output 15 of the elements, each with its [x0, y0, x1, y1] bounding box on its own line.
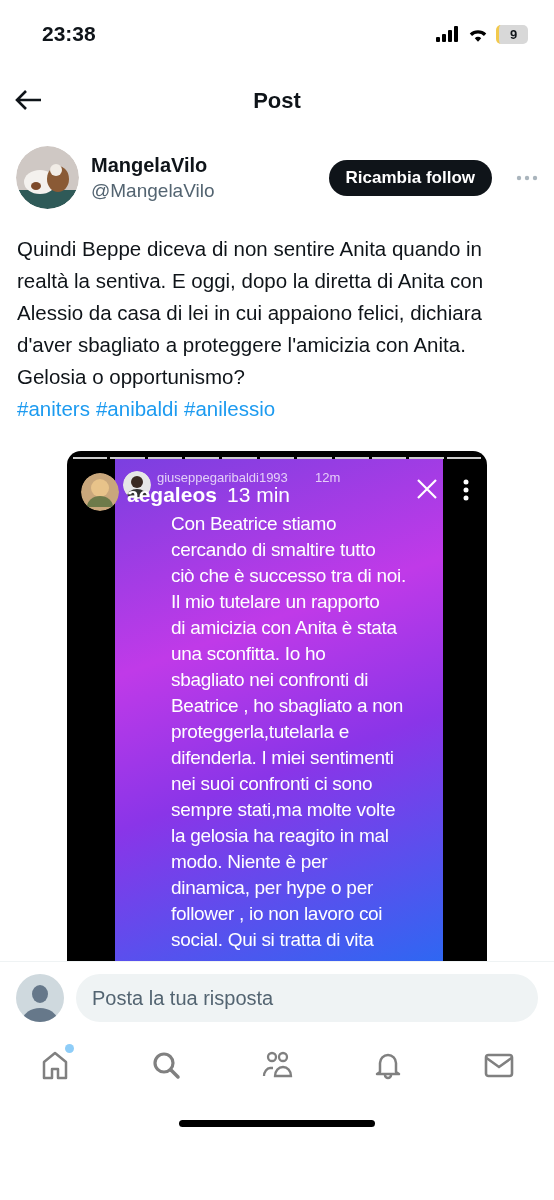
page-title: Post	[253, 88, 301, 114]
post-text: Quindi Beppe diceva di non sentire Anita quando in realtà la sentiva. E oggi, dopo la diretta di Anita con Alessio da casa di lei in cui appaiono felici, dichiara d'aver sbagliato a proteggere l'amicizia con Anita. Gelosia o opportunismo?	[16, 236, 485, 390]
status-time: 23:38	[42, 22, 96, 46]
story-time: 13 min	[227, 483, 291, 507]
hashtag-link[interactable]: #anibaldi	[95, 393, 178, 425]
story-time: 12m	[315, 470, 341, 485]
story-username: giuseppegaribaldi1993	[157, 470, 288, 485]
follow-button[interactable]: Ricambia follow	[328, 159, 492, 196]
story-text: Con Beatrice stiamo cercando di smaltire tutto ciò che è successo tra di noi. Il mio tutelare un rapporto di amicizia con Anita è stata una sconfitta. Io ho sbagliato nei confronti di Beatrice , ho sbagliato a non proteggerla,tutelarla e difenderla. I miei sentimenti nei suoi confronti ci sono sempre stati,ma molte volte la gelosia ha reagito in mal modo. Niente è per dinamica, per hype o per follower , io non lavoro coi social. Qui si tratta di vita	[171, 512, 406, 952]
reply-field[interactable]: Posta la tua risposta	[76, 974, 538, 1022]
hashtag-link[interactable]: #anilessio	[184, 393, 276, 425]
battery-indicator: 9	[496, 24, 528, 44]
hashtag-link[interactable]: #aniters	[17, 393, 90, 425]
author-name: MangelaVilo	[91, 153, 209, 177]
author-handle: @MangelaVilo	[91, 179, 216, 202]
